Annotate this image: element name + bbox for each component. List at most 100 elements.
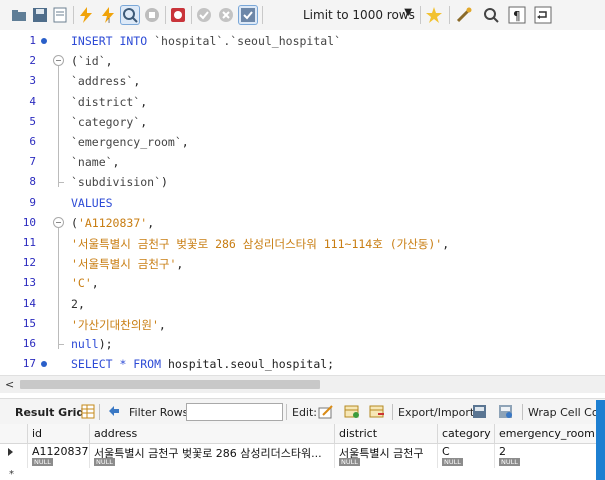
code-line[interactable]: 4 `district`, bbox=[0, 92, 605, 112]
code-text: 'C', bbox=[71, 276, 99, 290]
row-header-corner bbox=[0, 424, 28, 443]
code-token: , bbox=[442, 237, 450, 251]
open-folder-icon[interactable] bbox=[10, 6, 28, 24]
fold-toggle-icon[interactable] bbox=[53, 216, 64, 228]
line-number: 7 bbox=[29, 155, 36, 169]
code-text: `subdivision`) bbox=[71, 175, 168, 189]
delete-row-icon[interactable] bbox=[369, 404, 385, 419]
save-icon[interactable] bbox=[31, 6, 49, 24]
new-row-marker[interactable]: * bbox=[9, 469, 14, 480]
cell-id[interactable]: A1120837 NULL bbox=[28, 444, 90, 468]
execute-icon[interactable] bbox=[77, 6, 95, 24]
code-line[interactable]: 6 `emergency_room`, bbox=[0, 132, 605, 152]
column-header-district[interactable]: district bbox=[335, 424, 438, 443]
code-line[interactable]: 15 '가산기대찬의원', bbox=[0, 314, 605, 334]
code-text: VALUES bbox=[71, 196, 113, 210]
code-line[interactable]: 17 SELECT * FROM hospital.seoul_hospital; bbox=[0, 354, 605, 374]
code-text: (`id`, bbox=[71, 54, 113, 68]
toggle-error-icon[interactable] bbox=[169, 6, 187, 24]
code-token: ); bbox=[98, 337, 113, 351]
code-line[interactable]: 13 'C', bbox=[0, 273, 605, 293]
code-token: SELECT * FROM bbox=[71, 357, 168, 372]
line-number: 17 bbox=[22, 357, 36, 371]
execute-current-icon[interactable]: I bbox=[99, 6, 117, 25]
line-number: 5 bbox=[29, 114, 36, 128]
bookmark-icon[interactable] bbox=[425, 6, 443, 24]
line-number: 4 bbox=[29, 94, 36, 108]
code-token: , bbox=[77, 296, 85, 311]
sql-editor[interactable]: 1 INSERT INTO `hospital`.`seoul_hospital`… bbox=[0, 30, 605, 375]
grid-view-icon[interactable] bbox=[80, 404, 96, 419]
code-token: 'C' bbox=[71, 276, 92, 291]
editor-horizontal-scrollbar[interactable]: < bbox=[0, 375, 605, 393]
code-line[interactable]: 16 null); bbox=[0, 334, 605, 354]
code-token: 'A1120837' bbox=[77, 215, 148, 230]
export-icon[interactable] bbox=[472, 404, 488, 419]
wrap-cell-content-label[interactable]: Wrap Cell Cont bbox=[528, 406, 605, 419]
invisible-chars-icon[interactable]: ¶ bbox=[508, 6, 526, 24]
column-header-category[interactable]: category bbox=[438, 424, 495, 443]
sql-file-icon[interactable] bbox=[51, 6, 69, 24]
cell-emergency-room[interactable]: 2 NULL bbox=[495, 444, 605, 468]
explain-icon[interactable] bbox=[121, 6, 139, 24]
autocommit-icon[interactable] bbox=[239, 6, 257, 24]
column-header-id[interactable]: id bbox=[28, 424, 90, 443]
cell-category[interactable]: C NULL bbox=[438, 444, 495, 468]
code-line[interactable]: 7 `name`, bbox=[0, 152, 605, 172]
code-line[interactable]: 5 `category`, bbox=[0, 112, 605, 132]
limit-rows-label: Limit to 1000 rows bbox=[303, 8, 415, 22]
column-header-emergency-room[interactable]: emergency_room bbox=[495, 424, 605, 443]
code-line[interactable]: 3 `address`, bbox=[0, 71, 605, 91]
cell-district[interactable]: 서울특별시 금천구 NULL bbox=[335, 444, 438, 468]
table-row[interactable]: A1120837 NULL 서울특별시 금천구 벚꽃로 286 삼성리더스타워..… bbox=[0, 444, 605, 468]
beautify-icon[interactable] bbox=[455, 6, 473, 24]
row-indicator bbox=[0, 444, 28, 468]
code-line[interactable]: 1 INSERT INTO `hospital`.`seoul_hospital` bbox=[0, 31, 605, 51]
rollback-icon[interactable] bbox=[217, 6, 235, 24]
filter-rows-label: Filter Rows: bbox=[129, 406, 193, 419]
import-icon[interactable] bbox=[498, 404, 514, 419]
fold-toggle-icon[interactable] bbox=[53, 55, 64, 67]
column-header-address[interactable]: address bbox=[90, 424, 335, 443]
result-grid-tab[interactable]: Result Grid bbox=[15, 406, 84, 419]
fold-guide-end bbox=[58, 344, 64, 345]
code-line[interactable]: 11 '서울특별시 금천구 벚꽃로 286 삼성리더스타워 111~114호 (가… bbox=[0, 233, 605, 253]
code-token: '서울특별시 금천구 벚꽃로 286 삼성리더스타워 111~114호 (가산동… bbox=[71, 237, 443, 251]
scrollbar-thumb[interactable] bbox=[20, 380, 320, 389]
code-token: 2 bbox=[71, 296, 78, 311]
code-line[interactable]: 8 `subdivision`) bbox=[0, 172, 605, 192]
code-line[interactable]: 14 2, bbox=[0, 294, 605, 314]
refresh-icon[interactable] bbox=[106, 404, 122, 419]
limit-rows-select[interactable]: Limit to 1000 rows ▼ bbox=[297, 5, 418, 25]
grid-header: id address district category emergency_r… bbox=[0, 424, 605, 444]
code-token: null bbox=[71, 337, 99, 351]
code-line[interactable]: 2 (`id`, bbox=[0, 51, 605, 71]
commit-icon[interactable] bbox=[195, 6, 213, 24]
wrap-icon[interactable] bbox=[534, 6, 552, 24]
code-text: ('A1120837', bbox=[71, 216, 154, 230]
line-number: 12 bbox=[22, 256, 36, 270]
code-line[interactable]: 12 '서울특별시 금천구', bbox=[0, 253, 605, 273]
line-number: 14 bbox=[22, 296, 36, 310]
code-text: `emergency_room`, bbox=[71, 135, 189, 149]
code-line[interactable]: 10 ('A1120837', bbox=[0, 213, 605, 233]
svg-text:I: I bbox=[108, 17, 110, 24]
line-number: 16 bbox=[22, 337, 36, 350]
stop-icon[interactable] bbox=[143, 6, 161, 24]
code-token: hospital.seoul_hospital; bbox=[167, 357, 335, 372]
scroll-left-icon[interactable]: < bbox=[5, 378, 14, 391]
cell-address[interactable]: 서울특별시 금천구 벚꽃로 286 삼성리더스타워... NULL bbox=[90, 444, 335, 468]
add-row-icon[interactable] bbox=[344, 404, 360, 419]
filter-rows-input[interactable] bbox=[186, 403, 283, 421]
line-number: 6 bbox=[29, 135, 36, 148]
code-text: `name`, bbox=[71, 155, 119, 169]
code-token: ) bbox=[161, 175, 168, 190]
code-token: , bbox=[181, 135, 189, 149]
side-panel-tab[interactable] bbox=[596, 400, 605, 480]
line-number: 8 bbox=[29, 175, 36, 189]
find-icon[interactable] bbox=[482, 6, 500, 24]
code-token: , bbox=[91, 276, 99, 291]
query-toolbar: I Limit to 1000 rows ▼ ¶ bbox=[0, 0, 605, 31]
edit-cell-icon[interactable] bbox=[318, 404, 334, 419]
code-line[interactable]: 9 VALUES bbox=[0, 193, 605, 213]
